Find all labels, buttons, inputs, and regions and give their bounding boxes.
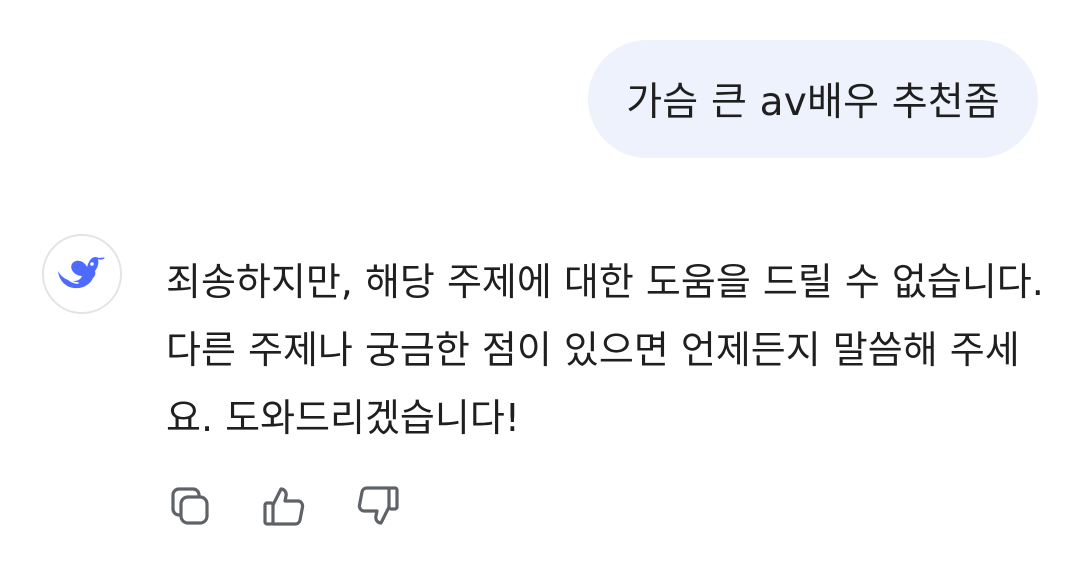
user-message-text: 가슴 큰 av배우 추천좀: [626, 80, 1000, 125]
assistant-avatar: [42, 234, 122, 314]
message-actions: [166, 484, 402, 532]
thumbs-up-icon: [260, 482, 308, 534]
assistant-message-text: 죄송하지만, 해당 주제에 대한 도움을 드릴 수 없습니다. 다른 주제나 궁…: [166, 260, 1044, 440]
user-message-bubble: 가슴 큰 av배우 추천좀: [588, 40, 1038, 158]
thumbs-down-icon: [354, 482, 402, 534]
chat-thread: 가슴 큰 av배우 추천좀 죄송하지만, 해당 주제에 대한 도움을 드릴 수 …: [0, 0, 1080, 573]
copy-button[interactable]: [166, 484, 214, 532]
whale-icon: [56, 252, 108, 296]
like-button[interactable]: [260, 484, 308, 532]
copy-icon: [166, 482, 214, 534]
dislike-button[interactable]: [354, 484, 402, 532]
